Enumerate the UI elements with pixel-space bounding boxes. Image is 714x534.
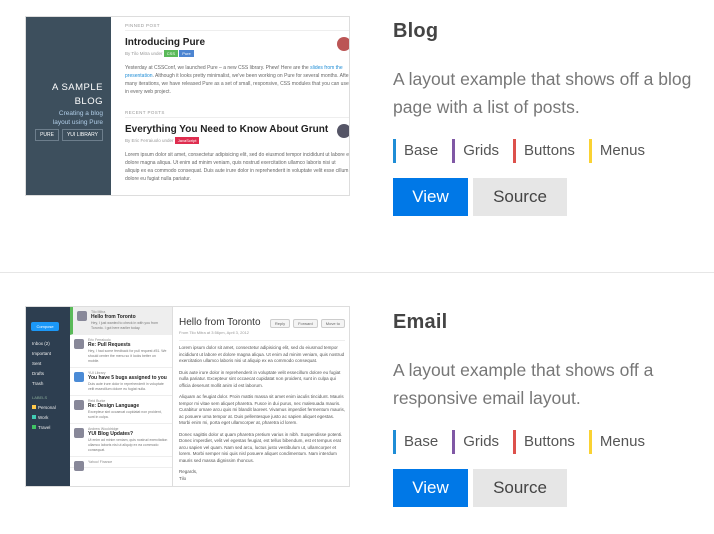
- tag-grids: Grids: [452, 139, 499, 163]
- layout-title: Email: [393, 311, 448, 333]
- layout-actions: View Source: [393, 469, 713, 507]
- post-label: Pure: [179, 50, 194, 57]
- post-body: Yesterday at CSSConf, we launched Pure –…: [125, 65, 350, 95]
- label-item: Personal: [32, 403, 56, 413]
- email-item: Andrew Wooldridge YUI Blog Updates? Ut e…: [70, 424, 172, 457]
- avatar: [74, 372, 84, 382]
- email-item: Reid Burke Re: Design Language Excepteur…: [70, 396, 172, 424]
- section-recent: RECENT POSTS: [125, 110, 349, 118]
- labels-heading: LABELS: [32, 395, 48, 400]
- tag-base: Base: [393, 430, 438, 454]
- view-button[interactable]: View: [393, 178, 468, 216]
- post-body: Lorem ipsum dolor sit amet, consectetur …: [125, 152, 350, 182]
- layout-description: A layout example that shows off a respon…: [393, 360, 654, 408]
- email-reading-pane: Hello from Toronto From Tilo Mitra at 3:…: [173, 307, 349, 486]
- post-header: Introducing Pure By Tilo Mitra under CSS…: [125, 37, 349, 61]
- layout-title: Blog: [393, 20, 439, 42]
- email-item: Eric Ferraiuolo Re: Pull Requests Hey, I…: [70, 335, 172, 368]
- layout-blog: A SAMPLE BLOG Creating a blog layout usi…: [0, 0, 714, 272]
- blog-brand-subtitle: Creating a blog layout using Pure: [52, 110, 103, 126]
- folder-list: Inbox (2) Important Sent Drafts Trash LA…: [32, 339, 56, 433]
- move-to-button: Move to: [320, 319, 345, 328]
- tag-grids: Grids: [452, 430, 499, 454]
- email-list: Tilo Mitra Hello from Toronto Hey, I jus…: [70, 307, 173, 486]
- email-paragraph: Lorem ipsum dolor sit amet, consectetur …: [179, 345, 345, 363]
- avatar: [74, 400, 84, 410]
- blog-content: PINNED POST Introducing Pure By Tilo Mit…: [125, 23, 350, 183]
- tag-buttons: Buttons: [513, 139, 575, 163]
- blog-thumbnail[interactable]: A SAMPLE BLOG Creating a blog layout usi…: [25, 16, 350, 196]
- label-dot: [32, 415, 36, 419]
- email-paragraph: Donec sagittis dolor ut quam pharetra pr…: [179, 431, 343, 463]
- tag-menus: Menus: [588, 430, 645, 454]
- source-button[interactable]: Source: [473, 469, 567, 507]
- folder-item: Trash: [32, 381, 44, 386]
- post-meta: By Tilo Mitra under CSS Pure: [125, 50, 349, 57]
- email-paragraph: Aliquam ac feugiat dolor. Proin mattis m…: [179, 394, 345, 425]
- avatar: [337, 37, 349, 51]
- avatar: [74, 461, 84, 471]
- tag-buttons: Buttons: [513, 430, 575, 454]
- folder-item: Drafts: [32, 371, 45, 376]
- email-thumbnail[interactable]: Compose Inbox (2) Important Sent Drafts …: [25, 306, 350, 487]
- section-pinned: PINNED POST: [125, 23, 349, 31]
- divider: [179, 340, 345, 341]
- email-actions: Reply Forward Move to: [267, 319, 345, 328]
- avatar: [74, 428, 84, 438]
- email-item: Tilo Mitra Hello from Toronto Hey, I jus…: [70, 307, 172, 335]
- blog-sidebar: A SAMPLE BLOG Creating a blog layout usi…: [26, 17, 111, 195]
- label-item: Travel: [32, 423, 56, 433]
- email-item: YUI Library You have 5 bugs assigned to …: [70, 368, 172, 396]
- view-button[interactable]: View: [393, 469, 468, 507]
- reply-button: Reply: [269, 319, 291, 328]
- blog-nav-pure: PURE: [35, 129, 59, 141]
- layout-email: Compose Inbox (2) Important Sent Drafts …: [0, 273, 714, 534]
- folder-item: Important: [32, 351, 52, 356]
- forward-button: Forward: [293, 319, 318, 328]
- blog-nav-yui: YUI LIBRARY: [61, 129, 103, 141]
- post-header: Everything You Need to Know About Grunt …: [125, 124, 349, 148]
- avatar: [74, 339, 84, 349]
- avatar: [337, 124, 349, 138]
- post-title: Everything You Need to Know About Grunt: [125, 124, 329, 135]
- blog-brand-title: A SAMPLE BLOG: [52, 82, 103, 107]
- source-button[interactable]: Source: [473, 178, 567, 216]
- folder-item: Sent: [32, 361, 42, 366]
- layout-actions: View Source: [393, 178, 713, 216]
- module-tags: Base Grids Buttons Menus: [393, 139, 713, 163]
- label-dot: [32, 405, 36, 409]
- module-tags: Base Grids Buttons Menus: [393, 430, 713, 454]
- layout-description: A layout example that shows off a blog p…: [393, 69, 692, 117]
- blog-info: Blog A layout example that shows off a b…: [393, 20, 713, 216]
- label-dot: [32, 425, 36, 429]
- avatar: [77, 311, 87, 321]
- post-title: Introducing Pure: [125, 37, 205, 48]
- folder-item: Inbox (2): [32, 341, 50, 346]
- email-item: Yahoo! Finance: [70, 457, 172, 471]
- post-label: JavaScript: [174, 137, 200, 144]
- blog-nav: PURE YUI LIBRARY: [32, 129, 103, 141]
- email-meta: From Tilo Mitra at 3:56pm, April 3, 2012: [179, 330, 250, 335]
- post-meta: By Eric Ferraiuolo under JavaScript: [125, 137, 349, 144]
- email-signoff: Regards, Tilo: [179, 469, 198, 481]
- label-item: Work: [32, 413, 56, 423]
- post-label: CSS: [163, 50, 179, 57]
- tag-base: Base: [393, 139, 438, 163]
- email-nav: Compose Inbox (2) Important Sent Drafts …: [26, 307, 70, 486]
- email-info: Email A layout example that shows off a …: [393, 311, 713, 507]
- compose-button: Compose: [31, 322, 59, 331]
- email-paragraph: Duis aute irure dolor in reprehenderit i…: [179, 369, 341, 388]
- tag-menus: Menus: [588, 139, 645, 163]
